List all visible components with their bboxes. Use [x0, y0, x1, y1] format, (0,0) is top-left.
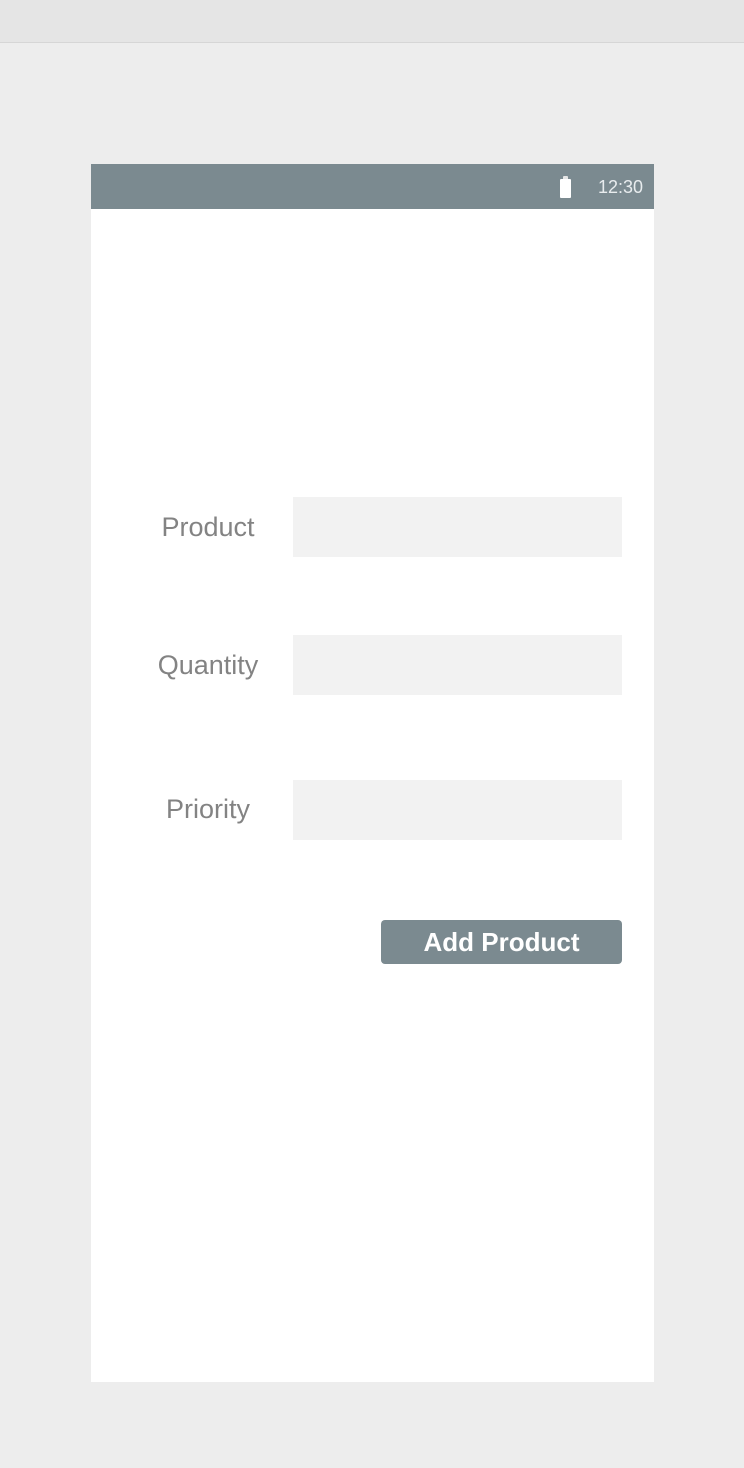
window-top-bar: [0, 0, 744, 43]
priority-input[interactable]: [293, 780, 622, 840]
priority-label: Priority: [165, 794, 250, 824]
add-product-button[interactable]: Add Product: [381, 920, 622, 964]
status-time: 12:30: [597, 177, 643, 197]
phone-screen: 12:30 Product Quantity Priority Add Prod…: [91, 164, 654, 1382]
status-bar: 12:30: [91, 164, 654, 209]
quantity-label: Quantity: [157, 650, 259, 680]
product-input[interactable]: [293, 497, 622, 557]
battery-full-icon: [560, 176, 571, 198]
product-label: Product: [161, 512, 255, 542]
quantity-input[interactable]: [293, 635, 622, 695]
